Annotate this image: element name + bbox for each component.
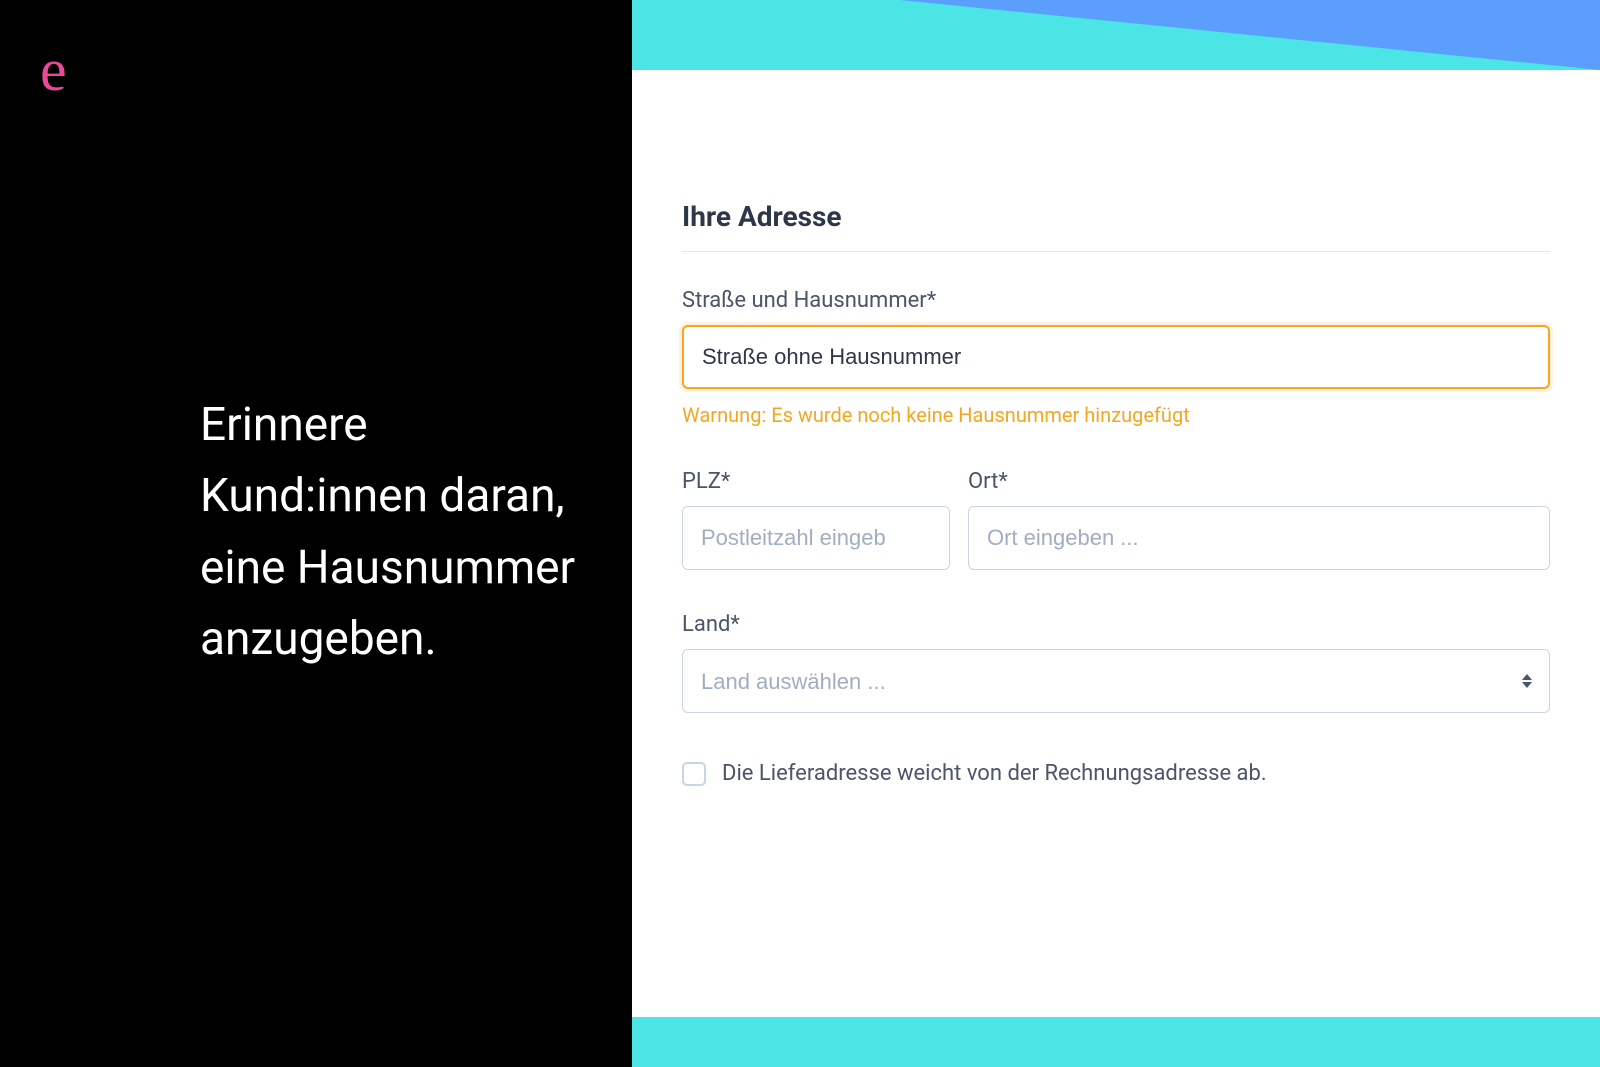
postal-label: PLZ*: [682, 469, 950, 494]
country-select[interactable]: Land auswählen ...: [682, 649, 1550, 713]
country-field-group: Land* Land auswählen ...: [682, 612, 1550, 713]
postal-input[interactable]: [682, 506, 950, 570]
city-field-group: Ort*: [968, 469, 1550, 570]
street-label: Straße und Hausnummer*: [682, 288, 1550, 313]
form-title: Ihre Adresse: [682, 200, 1550, 252]
decoration-triangle-blue: [900, 0, 1600, 70]
tagline-text: Erinnere Kund:innen daran, eine Hausnumm…: [200, 390, 592, 675]
sidebar-panel: e Erinnere Kund:innen daran, eine Hausnu…: [0, 0, 632, 1067]
delivery-address-checkbox-label[interactable]: Die Lieferadresse weicht von der Rechnun…: [722, 761, 1267, 786]
decoration-bottom-teal: [632, 1017, 1600, 1067]
postal-field-group: PLZ*: [682, 469, 950, 570]
country-label: Land*: [682, 612, 1550, 637]
city-label: Ort*: [968, 469, 1550, 494]
delivery-address-checkbox-row: Die Lieferadresse weicht von der Rechnun…: [682, 761, 1550, 786]
logo: e: [40, 40, 592, 100]
address-form: Ihre Adresse Straße und Hausnummer* Warn…: [632, 70, 1600, 1017]
street-field-group: Straße und Hausnummer* Warnung: Es wurde…: [682, 288, 1550, 427]
street-input[interactable]: [682, 325, 1550, 389]
delivery-address-checkbox[interactable]: [682, 762, 706, 786]
city-input[interactable]: [968, 506, 1550, 570]
country-select-wrapper: Land auswählen ...: [682, 649, 1550, 713]
postal-city-row: PLZ* Ort*: [682, 469, 1550, 570]
street-warning-text: Warnung: Es wurde noch keine Hausnummer …: [682, 403, 1550, 427]
main-panel: Ihre Adresse Straße und Hausnummer* Warn…: [632, 0, 1600, 1067]
